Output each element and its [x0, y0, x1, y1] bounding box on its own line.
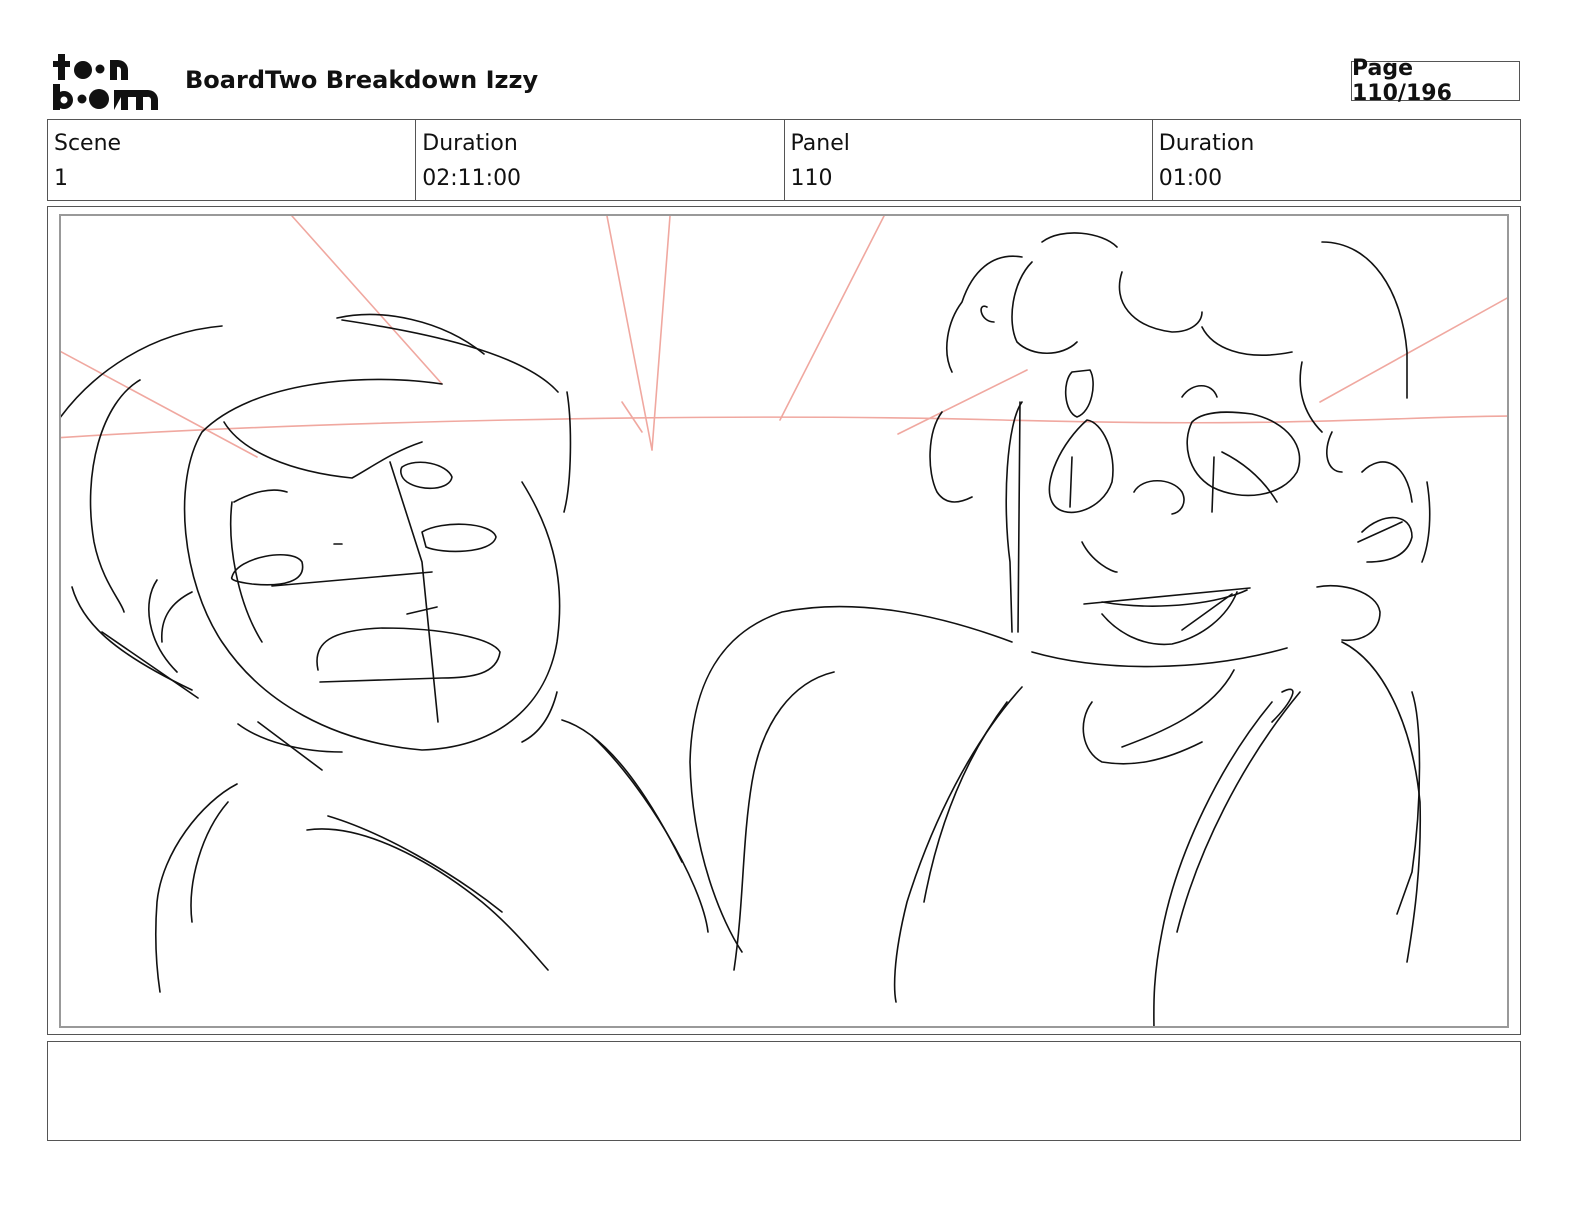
panel-duration-cell: Duration 01:00 — [1153, 120, 1520, 200]
right-character-sketch — [689, 232, 1431, 1026]
scene-label: Scene — [54, 131, 122, 156]
panel-notes-box — [47, 1041, 1521, 1141]
document-title: BoardTwo Breakdown Izzy — [185, 66, 539, 94]
left-character-sketch — [61, 313, 709, 993]
page-indicator: Page 110/196 — [1351, 56, 1520, 106]
panel-duration-label: Duration — [1158, 131, 1255, 156]
scene-info-table: Scene 1 Duration 02:11:00 Panel 110 Dura… — [47, 119, 1521, 201]
scene-duration-cell: Duration 02:11:00 — [416, 120, 785, 200]
perspective-guide-lines — [61, 216, 1507, 458]
panel-value: 110 — [790, 166, 833, 191]
panel-duration-value: 01:00 — [1158, 166, 1223, 191]
panel-cell: Panel 110 — [785, 120, 1153, 200]
scene-value: 1 — [54, 166, 68, 191]
panel-label: Panel — [790, 131, 850, 156]
scene-duration-value: 02:11:00 — [422, 166, 522, 191]
toon-boom-logo — [52, 52, 164, 112]
storyboard-panel-drawing — [59, 214, 1509, 1028]
scene-duration-label: Duration — [422, 131, 518, 156]
scene-cell: Scene 1 — [48, 120, 417, 200]
